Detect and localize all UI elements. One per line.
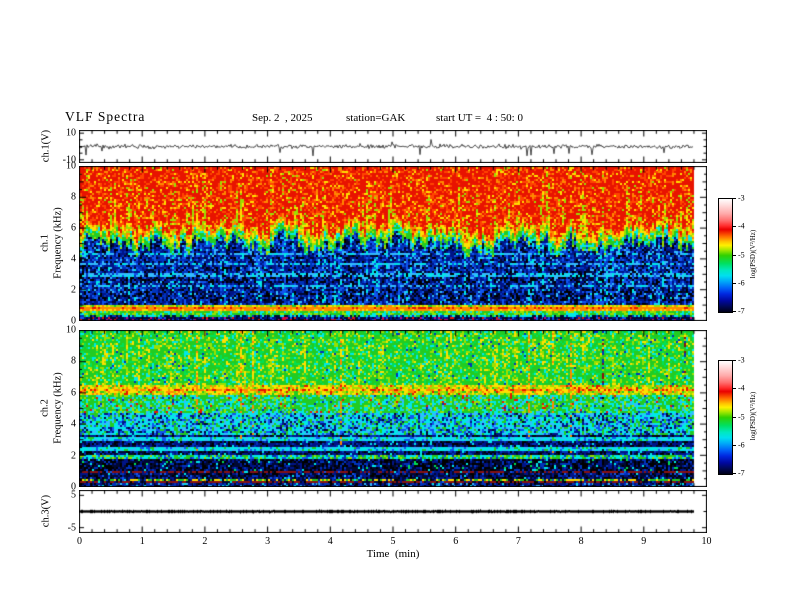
ch2-spec-channel-label: ch.2 (39, 399, 51, 417)
spec1-tick-label: 2 (71, 284, 76, 296)
colorbar-1-tick-label: -7 (738, 306, 745, 316)
colorbar-2-tick-label: -3 (738, 355, 745, 365)
spec2-tick-label: 8 (71, 355, 76, 367)
colorbar-1-tick-label: -4 (738, 221, 745, 231)
figure-title: VLF Spectra (65, 109, 146, 124)
x-tick-label: 3 (265, 536, 271, 547)
colorbar-1-tick-label: -6 (738, 278, 745, 288)
x-tick-label: 6 (453, 536, 459, 547)
colorbar-tick (732, 198, 736, 199)
x-tick-label: 7 (515, 536, 521, 547)
colorbar-ch1-label: log(PSD)(V²/Hz) (749, 229, 757, 279)
ch3-voltage-tick-label: 5 (71, 489, 76, 501)
ch3-voltage-tick-label: -5 (67, 522, 76, 534)
ch2-spec-axis-label: Frequency (kHz) (52, 372, 64, 444)
ch1-spec-axis-label: Frequency (kHz) (52, 207, 64, 279)
ch2-spectrogram-panel (79, 330, 707, 487)
spec2-tick-label: 10 (66, 324, 76, 336)
colorbar-2-tick-label: -5 (738, 412, 745, 421)
colorbar-ch1 (718, 198, 733, 313)
colorbar-tick (732, 226, 736, 228)
figure-start-ut: start UT = 4 : 50: 0 (436, 112, 523, 124)
spec1-tick-label: 6 (71, 222, 76, 234)
colorbar-1-tick-label: -5 (738, 250, 745, 259)
colorbar-1-tick-label: -3 (738, 193, 745, 203)
colorbar-ch2 (718, 360, 733, 475)
colorbar-tick (732, 416, 736, 418)
colorbar-2-tick-label: -4 (738, 383, 745, 393)
x-tick-label: 8 (578, 536, 584, 547)
x-axis-title: Time (min) (366, 548, 420, 560)
x-tick-label: 1 (139, 536, 145, 547)
colorbar-tick (732, 388, 736, 390)
x-tick-label: 5 (390, 536, 396, 547)
vlf-spectra-figure: VLF Spectra Sep. 2 , 2025 station=GAK st… (0, 0, 792, 612)
colorbar-tick (732, 254, 736, 256)
spec2-tick-label: 6 (71, 387, 76, 399)
x-tick-label: 0 (77, 536, 82, 547)
colorbar-2-tick-label: -7 (738, 468, 745, 478)
colorbar-tick (732, 311, 736, 312)
spec2-tick-label: 4 (71, 418, 76, 430)
ch1-spec-channel-label: ch.1 (39, 234, 51, 252)
x-tick-label: 9 (641, 536, 647, 547)
spec1-tick-label: 10 (66, 160, 76, 172)
ch1-voltage-axis-label: ch.1(V) (40, 129, 52, 163)
x-tick-label: 4 (327, 536, 333, 547)
colorbar-ch2-label: log(PSD)(V²/Hz) (749, 391, 757, 441)
colorbar-tick (732, 473, 736, 474)
colorbar-2-tick-label: -6 (738, 440, 745, 450)
x-tick-label: 2 (202, 536, 208, 547)
ch3-voltage-axis-label: ch.3(V) (40, 494, 52, 528)
x-tick-label: 10 (701, 536, 712, 547)
vlf-spectra-page: VLF Spectra Sep. 2 , 2025 station=GAK st… (0, 0, 792, 612)
ch1-voltage-tick-label: 10 (66, 127, 76, 139)
colorbar-tick (732, 444, 736, 446)
colorbar-tick (732, 360, 736, 361)
ch1-voltage-panel (79, 130, 707, 163)
figure-station: station=GAK (346, 112, 406, 124)
spec1-tick-label: 4 (71, 253, 76, 265)
ch1-spectrogram-panel (79, 166, 707, 321)
spec1-tick-label: 8 (71, 191, 76, 203)
ch3-voltage-panel (79, 490, 707, 533)
figure-date: Sep. 2 , 2025 (252, 112, 313, 124)
colorbar-tick (732, 282, 736, 284)
spec2-tick-label: 2 (71, 450, 76, 462)
